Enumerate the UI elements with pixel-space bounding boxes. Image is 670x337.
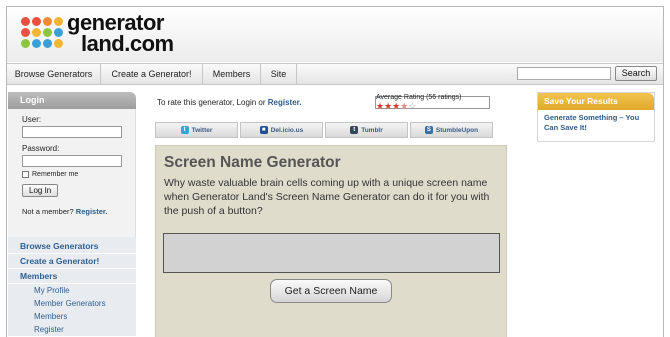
generator-output [163,233,500,273]
logo-icon[interactable] [21,17,63,48]
search-button[interactable]: Search [615,66,657,81]
tumblr-icon: t [350,126,359,134]
share-label: Twitter [191,126,213,134]
logo-dot [32,28,41,37]
star-icon: ★ [376,101,385,111]
user-field[interactable] [22,126,122,138]
sidebar-links: Browse Generators Create a Generator! Me… [8,237,136,336]
delicious-icon: ■ [259,126,268,134]
logo-dot [32,17,41,26]
remember-checkbox[interactable] [22,171,29,178]
share-label: Tumblr [361,126,383,134]
sidebar-item-my-profile[interactable]: My Profile [8,284,136,297]
sidebar-item-create-generator[interactable]: Create a Generator! [8,254,136,269]
logo-dot [43,28,52,37]
logo-dot [32,39,41,48]
save-results-box: Save Your Results Generate Something – Y… [537,92,655,142]
login-heading: Login [8,92,136,109]
logo-dot [54,39,63,48]
sidebar-item-members[interactable]: Members [8,269,136,284]
sidebar-item-browse-generators[interactable]: Browse Generators [8,239,136,254]
logo-dot [21,28,30,37]
logo-line-2: land.com [81,31,174,56]
sidebar-item-members-list[interactable]: Members [8,310,136,323]
nav-site[interactable]: Site [261,64,297,84]
logo-dot [21,39,30,48]
star-icon: ★ [400,101,409,111]
save-results-text: Generate Something – You Can Save It! [544,113,640,132]
share-label: Del.icio.us [270,126,304,134]
share-bar: t Twitter ■ Del.icio.us t Tumblr S StumbleUpon [155,122,493,138]
nav-browse-generators[interactable]: Browse Generators [7,64,101,84]
logo-dot [21,17,30,26]
password-field[interactable] [22,155,122,167]
get-screen-name-button[interactable]: Get a Screen Name [270,279,392,303]
rating-stars: ★ ★ ★ ★ ☆ [376,102,416,111]
share-twitter-button[interactable]: t Twitter [155,122,238,138]
logo-dot [54,28,63,37]
logo-dot [43,39,52,48]
save-results-heading: Save Your Results [538,93,654,110]
main-nav: Browse Generators Create a Generator! Me… [7,63,663,85]
rate-prompt: To rate this generator, Login or Registe… [157,98,302,107]
register-link[interactable]: Register. [76,207,108,216]
sidebar-item-member-generators[interactable]: Member Generators [8,297,136,310]
site-logo[interactable]: generator land.com [67,12,174,56]
not-member-label: Not a member? [22,207,74,216]
average-rating-label: Average Rating (56 ratings) [376,94,462,101]
nav-members[interactable]: Members [203,64,261,84]
generator-panel: Screen Name Generator Why waste valuable… [155,145,507,337]
login-form: User: Password: Remember me Log In Not a… [8,109,136,237]
not-member-text: Not a member? Register. [22,207,121,216]
sidebar: Login User: Password: Remember me Log In… [8,92,136,337]
share-tumblr-button[interactable]: t Tumblr [325,122,408,138]
share-label: StumbleUpon [435,126,479,134]
star-icon: ☆ [408,101,417,111]
share-stumbleupon-button[interactable]: S StumbleUpon [410,122,493,138]
search-input[interactable] [517,67,611,80]
main-content: To rate this generator, Login or Registe… [155,92,507,337]
sidebar-item-register[interactable]: Register [8,323,136,336]
user-label: User: [22,115,42,124]
star-icon: ★ [392,101,401,111]
rate-prompt-text: To rate this generator, Login or [157,98,266,107]
generator-title: Screen Name Generator [164,154,341,171]
generator-description: Why waste valuable brain cells coming up… [164,177,490,217]
share-delicious-button[interactable]: ■ Del.icio.us [240,122,323,138]
rate-register-link[interactable]: Register. [268,98,302,107]
site-header: generator land.com [7,7,663,62]
password-label: Password: [22,144,60,153]
average-rating: Average Rating (56 ratings) ★ ★ ★ ★ ☆ [375,94,490,111]
remember-label: Remember me [32,171,79,178]
twitter-icon: t [180,126,189,134]
logo-dot [43,17,52,26]
nav-create-generator[interactable]: Create a Generator! [101,64,203,84]
remember-me[interactable]: Remember me [22,171,121,178]
star-icon: ★ [384,101,393,111]
login-button[interactable]: Log In [22,184,59,197]
stumbleupon-icon: S [424,126,433,134]
logo-dot [54,17,63,26]
page-frame: generator land.com Browse Generators Cre… [6,6,664,337]
